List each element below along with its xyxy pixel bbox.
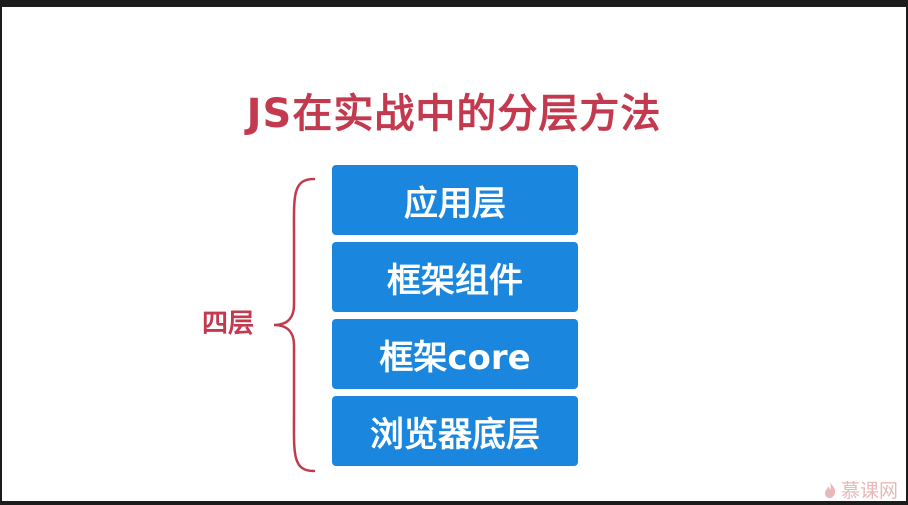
layer-label: 应用层 xyxy=(404,183,506,224)
layer-framework-components: 框架组件 xyxy=(332,242,578,312)
screen-frame: JS在实战中的分层方法 四层 应用层 框架组件 框架core 浏览器底层 慕课网 xyxy=(0,0,908,505)
layer-stack: 应用层 框架组件 框架core 浏览器底层 xyxy=(332,165,578,473)
layer-framework-core: 框架core xyxy=(332,319,578,389)
watermark: 慕课网 xyxy=(823,476,898,503)
watermark-text: 慕课网 xyxy=(840,480,898,502)
layer-count-label: 四层 xyxy=(202,309,255,339)
layer-label: 框架core xyxy=(379,337,531,378)
layer-browser-base: 浏览器底层 xyxy=(332,396,578,466)
layer-label: 浏览器底层 xyxy=(370,414,540,455)
layer-label: 框架组件 xyxy=(387,260,523,301)
slide: JS在实战中的分层方法 四层 应用层 框架组件 框架core 浏览器底层 xyxy=(2,7,906,501)
slide-title: JS在实战中的分层方法 xyxy=(246,91,662,137)
curly-brace-icon xyxy=(273,177,316,473)
flame-logo-icon xyxy=(824,481,836,498)
layer-application: 应用层 xyxy=(332,165,578,235)
